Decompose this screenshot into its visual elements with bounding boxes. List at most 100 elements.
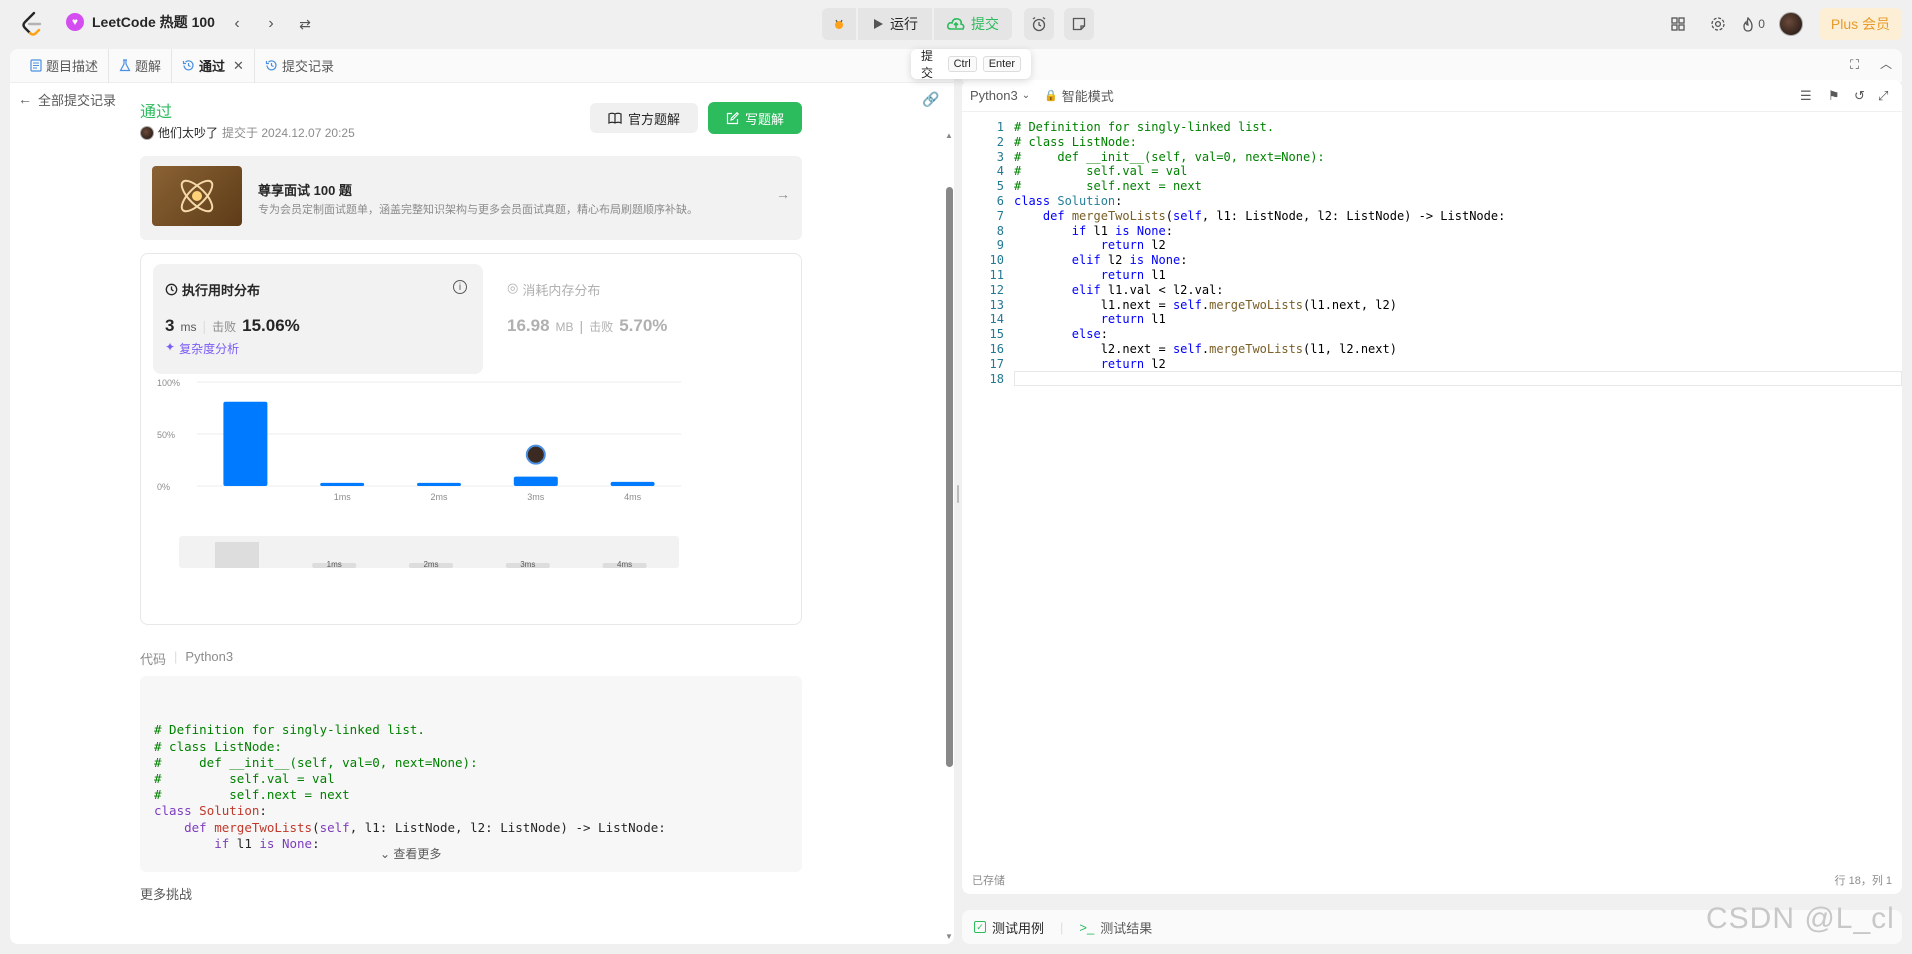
chart-bar[interactable] bbox=[320, 482, 365, 486]
view-more-button[interactable]: ⌄ 查看更多 bbox=[380, 846, 441, 862]
problem-list-title: LeetCode 热题 100 bbox=[92, 14, 215, 30]
minimap-label: 4ms bbox=[617, 560, 632, 569]
format-icon[interactable]: ☰ bbox=[1800, 88, 1812, 104]
arrow-left-icon: ← bbox=[18, 91, 32, 107]
code-line[interactable]: # Definition for singly-linked list. bbox=[1014, 120, 1274, 134]
submit-button[interactable]: 提交 bbox=[934, 8, 1012, 40]
timer-button[interactable] bbox=[1024, 8, 1054, 40]
scrollbar-thumb[interactable] bbox=[946, 187, 953, 767]
panel-resize-handle[interactable] bbox=[956, 49, 960, 944]
official-solution-button[interactable]: 官方题解 bbox=[590, 103, 698, 133]
tab-description[interactable]: 题目描述 bbox=[20, 49, 110, 83]
code-line[interactable]: # self.next = next bbox=[1014, 179, 1202, 193]
chart-bar[interactable] bbox=[417, 482, 461, 486]
smart-mode-toggle[interactable]: 🔒 智能模式 bbox=[1044, 86, 1114, 105]
terminal-icon: >_ bbox=[1079, 919, 1095, 935]
complexity-analysis-link[interactable]: ✦ 复杂度分析 bbox=[165, 340, 239, 357]
notes-button[interactable] bbox=[1064, 8, 1094, 40]
cursor-position: 行 18，列 1 bbox=[1834, 875, 1892, 887]
document-icon bbox=[30, 59, 42, 72]
chart-bar[interactable] bbox=[223, 401, 268, 486]
next-problem-icon[interactable]: › bbox=[260, 13, 282, 35]
language-select[interactable]: Python3 ⌄ bbox=[970, 88, 1030, 103]
runtime-card[interactable]: 执行用时分布 i 3 ms | 击败 15.06% ✦ 复杂度分析 bbox=[153, 264, 483, 374]
atom-badge-icon bbox=[152, 166, 242, 226]
info-icon[interactable]: i bbox=[453, 280, 467, 294]
clock-icon bbox=[165, 283, 178, 296]
problem-list-button[interactable]: ♥ LeetCode 热题 100 bbox=[66, 12, 215, 32]
reset-icon[interactable]: ↺ bbox=[1854, 88, 1865, 104]
code-line[interactable]: return l1 bbox=[1014, 312, 1166, 326]
write-solution-button[interactable]: 写题解 bbox=[708, 102, 802, 134]
code-editor[interactable]: 1 # Definition for singly-linked list. 2 # … bbox=[962, 120, 1902, 740]
scroll-down-icon[interactable]: ▼ bbox=[945, 932, 953, 941]
chart-bar[interactable] bbox=[610, 481, 655, 486]
code-line[interactable]: # self.val = val bbox=[1014, 164, 1187, 178]
more-challenges-heading: 更多挑战 bbox=[140, 887, 193, 902]
layout-grid-icon[interactable] bbox=[1666, 12, 1690, 36]
x-tick-label: 3ms bbox=[527, 492, 545, 502]
play-icon bbox=[874, 19, 883, 29]
code-text: # Definition for singly-linked list. # c… bbox=[154, 722, 666, 851]
code-line[interactable]: if l1 is None: bbox=[1014, 224, 1173, 238]
code-line[interactable]: def mergeTwoLists(self, l1: ListNode, l2… bbox=[1014, 209, 1505, 223]
plus-label: Plus 会员 bbox=[1830, 16, 1890, 32]
line-number: 4 bbox=[996, 164, 1004, 179]
fullscreen-icon[interactable]: ⛶ bbox=[1850, 57, 1859, 73]
code-line[interactable]: return l1 bbox=[1014, 268, 1166, 282]
memory-title: 消耗内存分布 bbox=[522, 283, 601, 298]
prev-problem-icon[interactable]: ‹ bbox=[226, 13, 248, 35]
checkbox-icon: ✓ bbox=[974, 921, 986, 933]
settings-gear-icon[interactable] bbox=[1706, 12, 1730, 36]
username[interactable]: 他们太吵了 bbox=[158, 124, 218, 141]
heart-icon: ♥ bbox=[66, 13, 84, 31]
line-number: 11 bbox=[989, 268, 1004, 282]
link-icon[interactable]: 🔗 bbox=[922, 91, 939, 108]
chart-bar[interactable] bbox=[513, 476, 558, 486]
tab-label: 题目描述 bbox=[46, 59, 99, 74]
code-header: 代码 | Python3 bbox=[140, 649, 234, 667]
user-avatar[interactable] bbox=[1778, 12, 1803, 36]
chevron-down-icon: ⌄ bbox=[1021, 90, 1031, 101]
premium-promo-card[interactable]: 尊享面试 100 题 专为会员定制面试题单，涵盖完整知识架构与更多会员面试真题，… bbox=[140, 156, 802, 240]
runtime-title: 执行用时分布 bbox=[182, 283, 261, 298]
expand-icon[interactable]: ⤢ bbox=[1878, 88, 1888, 104]
code-label: 代码 bbox=[140, 652, 167, 667]
shuffle-icon[interactable]: ⇄ bbox=[294, 13, 316, 35]
write-label: 写题解 bbox=[744, 111, 784, 127]
memory-value: 16.98 bbox=[507, 316, 550, 335]
code-line[interactable]: l1.next = self.mergeTwoLists(l1.next, l2… bbox=[1014, 298, 1397, 312]
run-button[interactable]: 运行 bbox=[858, 8, 932, 40]
streak-fire-icon[interactable]: 0 bbox=[1742, 12, 1765, 36]
code-line[interactable]: elif l1.val < l2.val: bbox=[1014, 283, 1224, 297]
code-line[interactable]: # class ListNode: bbox=[1014, 135, 1137, 149]
minimap-window[interactable] bbox=[215, 542, 259, 568]
debug-button[interactable] bbox=[822, 8, 856, 40]
left-scrollbar[interactable]: ▲ ▼ bbox=[944, 129, 954, 944]
code-line[interactable]: l2.next = self.mergeTwoLists(l1, l2.next… bbox=[1014, 342, 1397, 356]
y-tick-label: 100% bbox=[157, 378, 180, 388]
bookmark-icon[interactable]: ⚑ bbox=[1828, 88, 1840, 104]
code-line[interactable]: class Solution: bbox=[1014, 194, 1122, 208]
runtime-distribution-chart[interactable]: 0% 50% 100% 1ms 2ms 3ms 4ms 1ms 2ms 3ms 4ms bbox=[151, 374, 791, 624]
memory-card[interactable]: ◎ 消耗内存分布 16.98 MB | 击败 5.70% bbox=[493, 264, 793, 374]
tab-testcase[interactable]: ✓ 测试用例 bbox=[974, 918, 1044, 937]
leetcode-logo-icon[interactable] bbox=[20, 11, 44, 37]
smart-mode-label: 智能模式 bbox=[1061, 89, 1114, 104]
code-line[interactable]: return l2 bbox=[1014, 357, 1166, 371]
csdn-watermark: CSDN @L_cl bbox=[1706, 902, 1895, 935]
code-line[interactable]: return l2 bbox=[1014, 238, 1166, 252]
code-line[interactable]: else: bbox=[1014, 327, 1108, 341]
y-tick-label: 0% bbox=[157, 482, 170, 492]
submit-label: 提交 bbox=[971, 16, 999, 32]
scroll-up-icon[interactable]: ▲ bbox=[945, 131, 953, 140]
line-number: 15 bbox=[989, 327, 1004, 342]
line-number: 3 bbox=[996, 149, 1004, 164]
code-line[interactable]: # def __init__(self, val=0, next=None): bbox=[1014, 150, 1325, 164]
plus-member-button[interactable]: Plus 会员 bbox=[1818, 8, 1902, 40]
collapse-icon[interactable]: ︿ bbox=[1880, 55, 1892, 72]
minimap-label: 2ms bbox=[423, 560, 438, 569]
run-label: 运行 bbox=[890, 16, 918, 32]
tab-test-result[interactable]: >_ 测试结果 bbox=[1079, 918, 1152, 937]
code-line[interactable]: elif l2 is None: bbox=[1014, 253, 1188, 267]
